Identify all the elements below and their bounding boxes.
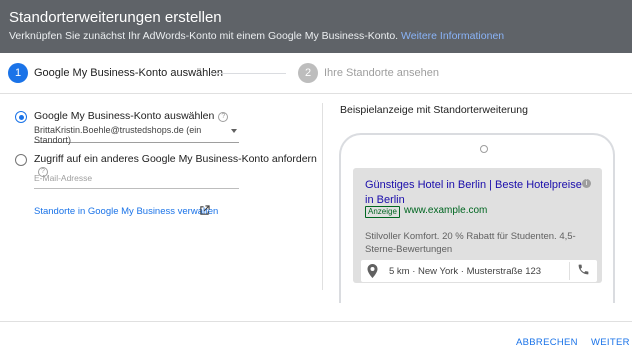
dialog-title: Standorterweiterungen erstellen: [9, 9, 222, 26]
footer-divider: [0, 321, 632, 322]
location-pin-icon: [367, 264, 378, 278]
location-text: 5 km · New York · Musterstraße 123: [389, 266, 542, 277]
email-field[interactable]: E-Mail-Adresse: [34, 173, 239, 189]
stepper: 1 Google My Business-Konto auswählen 2 I…: [0, 53, 632, 94]
other-account-label: Zugriff auf ein anderes Google My Busine…: [34, 153, 317, 165]
step-2-label: Ihre Standorte ansehen: [324, 67, 439, 79]
dialog-header: Standorterweiterungen erstellen Verknüpf…: [0, 0, 632, 53]
dialog-subtitle: Verknüpfen Sie zunächst Ihr AdWords-Kont…: [9, 30, 504, 42]
account-options: Google My Business-Konto auswählen? Brit…: [0, 94, 322, 309]
help-icon[interactable]: ?: [218, 112, 229, 122]
vertical-divider: [322, 103, 323, 290]
ad-headline: Günstiges Hotel in Berlin | Beste Hotelp…: [365, 179, 582, 206]
preview-title: Beispielanzeige mit Standorterweiterung: [340, 104, 528, 116]
step-1-number: 1: [8, 63, 28, 83]
own-account-label: Google My Business-Konto auswählen: [34, 110, 215, 122]
more-info-link[interactable]: Weitere Informationen: [401, 30, 504, 42]
dropdown-caret-icon: [231, 129, 237, 133]
step-1-label: Google My Business-Konto auswählen: [34, 67, 223, 79]
email-placeholder: E-Mail-Adresse: [34, 173, 93, 183]
own-account-radio[interactable]: [15, 111, 27, 123]
step-connector: [210, 73, 286, 74]
cancel-button[interactable]: ABBRECHEN: [516, 337, 578, 348]
account-select[interactable]: BrittaKristin.Boehle@trustedshops.de (ei…: [34, 125, 239, 145]
ad-badge: Anzeige: [365, 206, 400, 218]
location-separator: [569, 262, 570, 280]
info-icon: i: [582, 179, 591, 188]
phone-call-icon: [578, 264, 589, 275]
account-select-value: BrittaKristin.Boehle@trustedshops.de (ei…: [34, 125, 202, 145]
manage-locations-link[interactable]: Standorte in Google My Business verwalte…: [34, 206, 218, 217]
other-account-radio[interactable]: [15, 154, 27, 166]
phone-camera: [480, 145, 488, 153]
ad-url: www.example.com: [404, 205, 488, 216]
step-2-number: 2: [298, 63, 318, 83]
next-button[interactable]: WEITER: [591, 337, 630, 348]
own-account-option[interactable]: Google My Business-Konto auswählen?: [34, 110, 229, 122]
open-external-icon[interactable]: [199, 205, 210, 216]
ad-description: Stilvoller Komfort. 20 % Rabatt für Stud…: [365, 231, 576, 255]
subtitle-text: Verknüpfen Sie zunächst Ihr AdWords-Kont…: [9, 30, 399, 42]
